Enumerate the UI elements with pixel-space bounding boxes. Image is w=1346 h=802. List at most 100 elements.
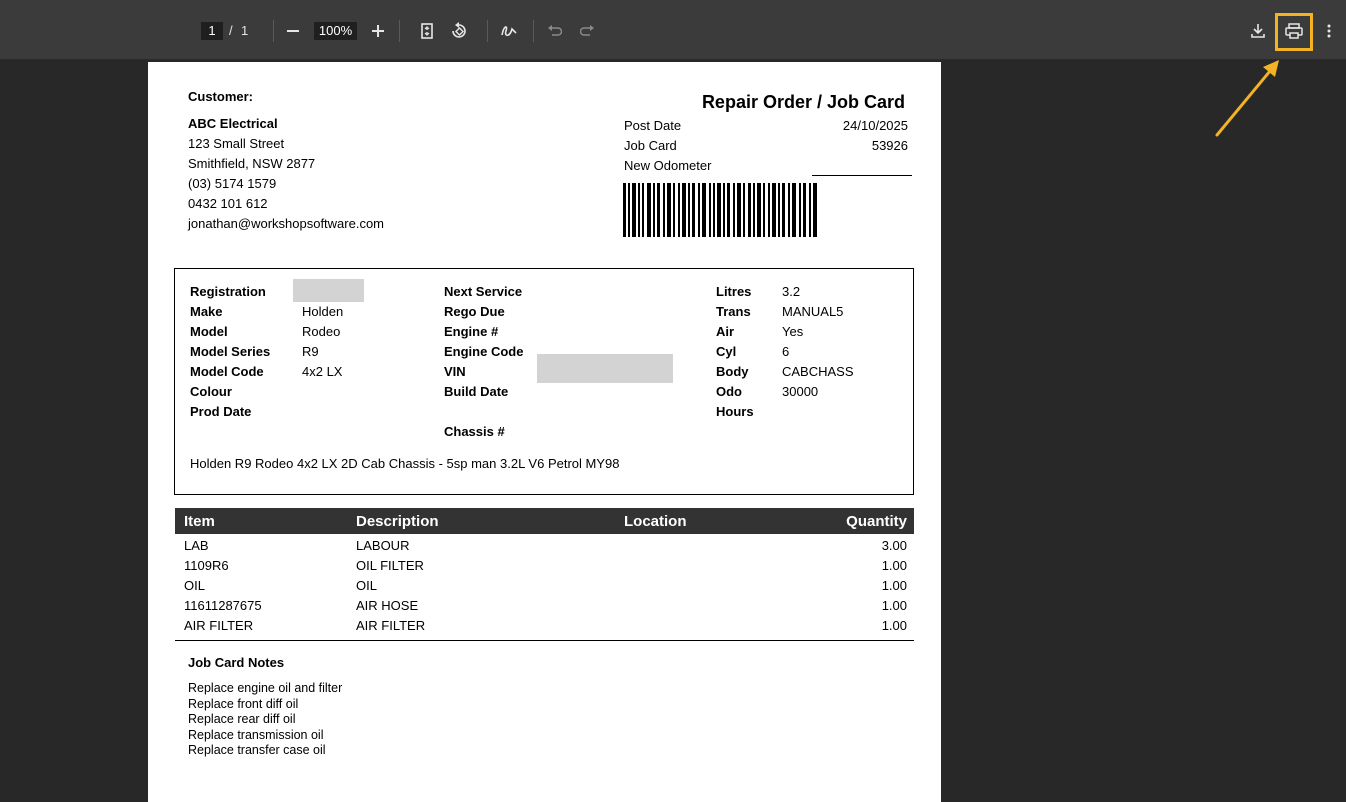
notes-heading: Job Card Notes [188,655,285,670]
note-line: Replace transfer case oil [188,743,326,757]
vehicle-field-label: Odo [716,384,742,399]
cell-item: AIR FILTER [184,618,254,633]
vehicle-field-label: Model Series [190,344,271,359]
customer-city: Smithfield, NSW 2877 [188,156,316,171]
vehicle-field-value: 3.2 [782,284,801,299]
notes-list: Replace engine oil and filter Replace fro… [188,681,342,759]
document-title: Repair Order / Job Card [701,92,905,112]
vehicle-field-value: Yes [782,324,804,339]
vehicle-field-value: 4x2 LX [302,364,343,379]
zoom-input[interactable]: 100% [314,22,357,40]
pdf-toolbar: 1 / 1 100% [0,0,1346,60]
col-header-quantity: Quantity [846,513,907,530]
table-row: 11611287675 AIR HOSE 1.00 [175,596,914,616]
note-line: Replace rear diff oil [188,712,296,726]
table-row: AIR FILTER AIR FILTER 1.00 [175,616,914,636]
cell-description: OIL [356,578,377,593]
vehicle-field-value: Rodeo [302,324,341,339]
minus-icon[interactable] [285,23,301,39]
col-header-location: Location [624,513,687,530]
note-line: Replace engine oil and filter [188,681,343,695]
vehicle-field-label: Model Code [190,364,264,379]
vehicle-field-value: 6 [782,344,790,359]
vehicle-field-label: Build Date [444,384,509,399]
cell-item: OIL [184,578,205,593]
vehicle-field-label: Next Service [444,284,523,299]
col-header-description: Description [356,513,439,530]
cell-quantity: 1.00 [881,558,907,573]
col-header-item: Item [184,513,215,530]
vehicle-field-label: Make [190,304,223,319]
vehicle-description: Holden R9 Rodeo 4x2 LX 2D Cab Chassis - … [190,456,620,471]
post-date-value: 24/10/2025 [842,118,908,133]
post-date-label: Post Date [624,118,682,133]
toolbar-divider [533,20,534,42]
vehicle-field-label: Prod Date [190,404,252,419]
document-page: Customer: ABC Electrical 123 Small Stree… [148,62,941,802]
vehicle-field-value: R9 [302,344,319,359]
vehicle-field-value: CABCHASS [782,364,854,379]
odometer-line [812,175,912,176]
vehicle-field-label: Litres [716,284,752,299]
job-card-value: 53926 [871,138,908,153]
download-icon[interactable] [1249,22,1267,40]
toolbar-divider [487,20,488,42]
vehicle-field-label: Body [716,364,749,379]
table-row: OIL OIL 1.00 [175,576,914,596]
barcode-icon [623,183,817,237]
cell-quantity: 3.00 [881,538,907,553]
vehicle-field-label: Model [190,324,228,339]
vehicle-field-value: MANUAL5 [782,304,844,319]
note-line: Replace transmission oil [188,727,324,742]
registration-redacted [293,279,364,302]
cell-description: OIL FILTER [356,558,424,573]
customer-heading: Customer: [188,89,254,104]
vehicle-field-label: Registration [190,284,266,299]
cell-description: LABOUR [356,538,410,553]
cell-item: 1109R6 [184,558,229,573]
table-row: 1109R6 OIL FILTER 1.00 [175,556,914,576]
customer-name: ABC Electrical [188,116,278,131]
vehicle-field-label: Colour [190,384,232,399]
customer-phone: (03) 5174 1579 [188,176,277,191]
toolbar-divider [399,20,400,42]
vin-redacted [537,354,673,383]
toolbar-divider [273,20,274,42]
cell-item: LAB [184,538,209,553]
page-total: 1 [241,23,249,38]
vehicle-field-label: Rego Due [444,304,505,319]
vehicle-field-label: Hours [716,404,754,419]
vehicle-field-label: Engine Code [444,344,524,359]
customer-street: 123 Small Street [188,136,285,151]
redo-icon[interactable] [578,23,596,39]
vehicle-field-label: Trans [716,304,751,319]
vehicle-field-label: VIN [444,364,466,379]
plus-icon[interactable] [370,23,386,39]
table-bottom-rule [175,640,914,641]
note-line: Replace front diff oil [188,696,299,711]
cell-quantity: 1.00 [881,578,907,593]
page-number-input[interactable]: 1 [201,22,223,40]
annotate-icon[interactable] [500,22,518,40]
customer-email: jonathan@workshopsoftware.com [188,216,385,231]
cell-description: AIR HOSE [356,598,419,613]
vehicle-field-label: Engine # [444,324,499,339]
rotate-icon[interactable] [449,21,469,41]
items-table-header: Item Description Location Quantity [175,508,914,534]
cell-quantity: 1.00 [881,618,907,633]
undo-icon[interactable] [546,23,564,39]
vehicle-field-label: Cyl [716,344,737,359]
job-card-label: Job Card [624,138,677,153]
annotation-arrow-icon [1215,60,1279,137]
more-icon[interactable] [1322,21,1336,41]
page-separator: / [229,23,233,38]
vehicle-field-label: Chassis # [444,424,505,439]
table-row: LAB LABOUR 3.00 [175,536,914,556]
cell-quantity: 1.00 [881,598,907,613]
cell-description: AIR FILTER [356,618,426,633]
cell-item: 11611287675 [184,598,262,613]
vehicle-field-value: Holden [302,304,344,319]
print-icon[interactable] [1282,20,1306,42]
customer-mobile: 0432 101 612 [188,196,268,211]
fit-page-icon[interactable] [419,22,435,40]
